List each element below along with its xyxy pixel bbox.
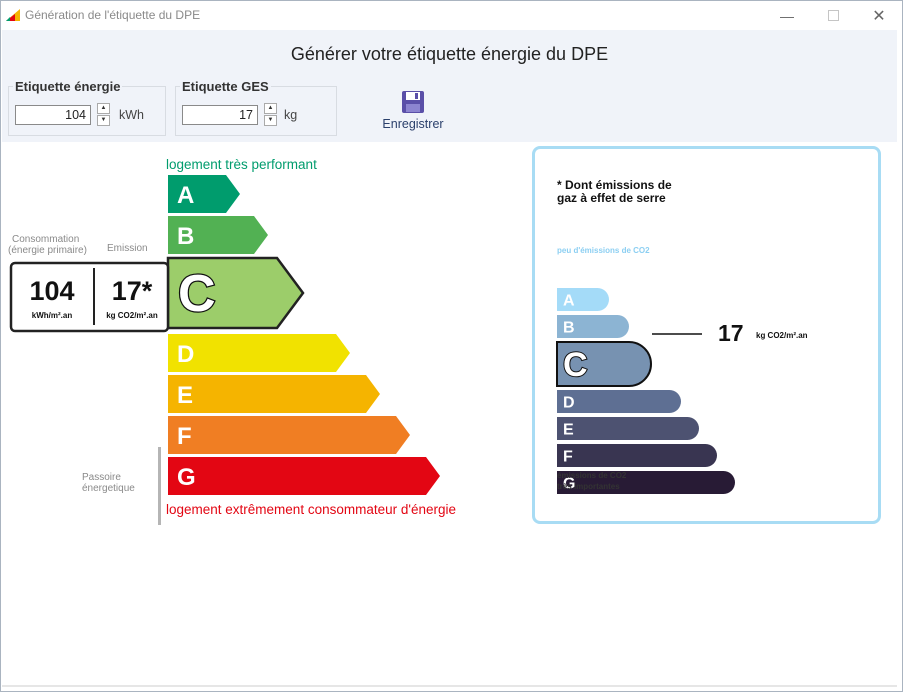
energy-bar-letter-b: B [177,223,194,250]
ges-title-line1: * Dont émissions de [557,178,672,192]
ges-group-label: Etiquette GES [180,79,271,94]
ges-top-text: peu d'émissions de CO2 [557,246,650,255]
energy-bar-letter-a: A [177,182,194,209]
passoire-bracket [158,447,161,525]
app-icon [6,9,20,21]
ges-label-panel: * Dont émissions de gaz à effet de serre… [532,146,881,524]
energy-group-label: Etiquette énergie [13,79,123,94]
energy-bar-letter-c: C [178,265,216,323]
main-area: Générer votre étiquette énergie du DPE E… [2,30,897,687]
title-bar: Génération de l'étiquette du DPE — ✕ [1,1,902,30]
energy-group: Etiquette énergie 104 ▲ ▼ kWh [8,79,166,136]
emission-caption: Emission [107,243,148,254]
ges-bottom-line2: très importantes [557,482,620,491]
consumption-unit: kWh/m².an [32,311,73,320]
ges-bar-e [557,417,699,440]
passoire-caption-line1: Passoire [82,472,121,483]
save-label: Enregistrer [382,117,444,131]
energy-value-input[interactable]: 104 [15,105,91,125]
app-window: Génération de l'étiquette du DPE — ✕ Gén… [0,0,903,692]
ges-label-graphic: * Dont émissions de gaz à effet de serre… [556,178,808,494]
energy-bar-d [168,334,350,372]
footer-divider [2,685,897,687]
energy-label-graphic: logement très performant ABCDEFG logemen… [8,157,456,525]
energy-top-text: logement très performant [166,157,317,172]
energy-bar-f [168,416,410,454]
maximize-button[interactable] [810,1,856,30]
energy-bar-letter-g: G [177,464,196,491]
energy-spinner[interactable]: ▲ ▼ [97,103,110,126]
maximize-icon [827,10,839,21]
emission-value: 17* [112,276,153,306]
ges-value: 17 [718,320,744,346]
ges-bar-letter-e: E [563,422,574,439]
energy-bar-letter-d: D [177,341,194,368]
save-button[interactable]: Enregistrer [370,90,456,132]
energy-unit: kWh [119,108,144,122]
ges-bar-letter-f: F [563,449,573,466]
energy-bar-letter-f: F [177,423,192,450]
consumption-value: 104 [29,276,74,306]
close-button[interactable]: ✕ [856,1,902,30]
ges-spinner[interactable]: ▲ ▼ [264,103,277,126]
value-box: 104 kWh/m².an 17* kg CO2/m².an [9,261,170,333]
ges-unit: kg [284,108,298,122]
energy-bar-g [168,457,440,495]
minimize-icon: — [780,7,794,24]
ges-bar-letter-d: D [563,395,575,412]
spin-down-icon[interactable]: ▼ [97,115,110,126]
ges-bar-letter-a: A [563,293,575,310]
ges-unit: kg CO2/m².an [756,331,808,340]
ges-value-input[interactable]: 17 [182,105,258,125]
passoire-caption-line2: énergetique [82,483,135,494]
emission-unit: kg CO2/m².an [106,311,158,320]
window-title: Génération de l'étiquette du DPE [25,8,201,22]
energy-bar-letter-e: E [177,382,193,409]
ges-bar-letter-c: C [563,346,588,384]
spin-up-icon[interactable]: ▲ [264,103,277,114]
toolbar-area: Générer votre étiquette énergie du DPE E… [2,30,897,142]
floppy-disk-icon [402,91,424,113]
ges-bar-letter-b: B [563,320,575,337]
ges-title-line2: gaz à effet de serre [557,191,666,205]
consumption-caption: Consommation (énergie primaire) [8,234,87,256]
close-icon: ✕ [872,7,886,25]
spin-up-icon[interactable]: ▲ [97,103,110,114]
page-title: Générer votre étiquette énergie du DPE [290,44,609,64]
ges-bottom-line1: émissions de CO2 [557,471,627,480]
passoire-caption: Passoire énergetique [82,472,135,494]
consumption-caption-line1: Consommation [12,234,79,245]
ges-bar-d [557,390,681,413]
energy-bottom-text: logement extrêmement consommateur d'éner… [166,502,456,517]
ges-group: Etiquette GES 17 ▲ ▼ kg [175,79,337,136]
minimize-button[interactable]: — [764,1,810,30]
ges-bar-f [557,444,717,467]
spin-down-icon[interactable]: ▼ [264,115,277,126]
energy-bar-e [168,375,380,413]
consumption-caption-line2: (énergie primaire) [8,245,87,256]
